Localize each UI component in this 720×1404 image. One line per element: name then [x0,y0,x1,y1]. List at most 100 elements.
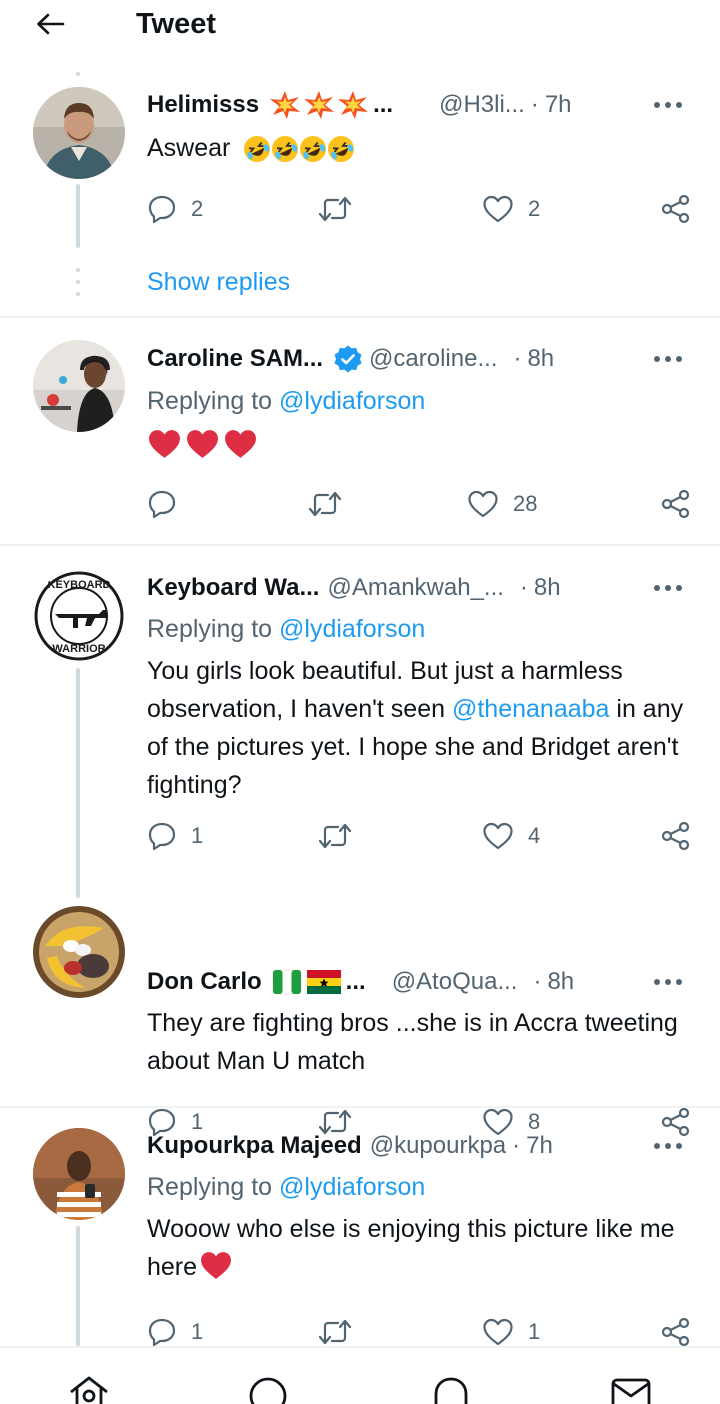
more-icon [654,1143,682,1149]
timestamp: 8h [547,968,575,995]
tweet-header: Caroline SAM... @caroline... · 8h [147,345,555,373]
replying-to: Replying to @lydiaforson [147,1173,426,1201]
display-name[interactable]: Keyboard Wa... [147,574,319,602]
show-replies-link[interactable]: Show replies [147,262,290,302]
more-icon [654,979,682,985]
heart-icon [483,195,513,223]
share-button[interactable] [660,189,692,229]
more-options-button[interactable] [648,85,688,125]
page-title: Tweet [136,8,217,40]
reply-icon [148,1318,176,1347]
svg-text:KEYBOARD: KEYBOARD [48,579,111,591]
display-name[interactable]: Caroline SAM... [147,345,323,373]
reply-icon [148,490,176,519]
share-icon [661,1317,690,1347]
bottom-navigation [0,1346,720,1404]
share-icon [661,821,690,851]
like-button[interactable]: 2 [482,189,540,229]
nigeria-flag-icon [272,969,302,995]
replying-to-link[interactable]: @lydiaforson [279,1173,425,1201]
messages-icon [611,1378,651,1404]
heart-icon [483,1318,513,1346]
mention-link[interactable]: @thenanaaba [452,695,609,723]
tweet-header: Don Carlo ... @AtoQua... · 8h [147,968,575,996]
like-button[interactable]: 4 [482,816,540,856]
avatar[interactable] [33,87,125,179]
avatar[interactable] [33,340,125,432]
reply-count: 1 [191,823,204,848]
back-button[interactable] [28,4,72,44]
more-options-button[interactable] [648,568,688,608]
display-name[interactable]: Helimisss [147,91,259,119]
tweet-actions: 28 [147,484,692,524]
tweet-text: Aswear [147,129,692,167]
replying-to-link[interactable]: @lydiaforson [279,387,425,415]
reply-icon [148,822,176,851]
share-icon [661,194,690,224]
like-count: 1 [528,1319,541,1344]
display-name[interactable]: Kupourkpa Majeed [147,1132,362,1160]
divider [0,544,720,546]
ghana-flag-icon [306,970,341,994]
thread-line [76,668,80,898]
timestamp: 8h [533,574,561,601]
tab-messages[interactable] [606,1374,656,1404]
retweet-button[interactable] [317,816,367,856]
avatar[interactable] [33,906,125,998]
arrow-left-icon [37,13,65,35]
thread-connector-dots [76,268,80,304]
handle: @H3li... [439,91,525,118]
more-icon [654,585,682,591]
divider [0,1106,720,1108]
reply-count: 1 [191,1319,204,1344]
handle: @kupourkpa [369,1132,507,1159]
retweet-icon [318,823,352,849]
retweet-button[interactable] [317,189,367,229]
collision-emojis [269,90,369,120]
home-icon [70,1376,108,1404]
heart-icon [468,490,498,518]
heart-icon [483,822,513,850]
tweet-header: Kupourkpa Majeed @kupourkpa · 7h [147,1132,553,1160]
reply-button[interactable]: 1 [147,816,203,856]
replying-to: Replying to @lydiaforson [147,387,426,415]
thread-line [76,184,80,248]
like-button[interactable]: 28 [467,484,537,524]
tab-search[interactable] [243,1374,293,1404]
retweet-icon [308,491,342,517]
replying-to-link[interactable]: @lydiaforson [279,615,425,643]
more-options-button[interactable] [648,1126,688,1166]
avatar[interactable]: KEYBOARD WARRIOR [33,570,125,662]
notifications-icon [434,1377,468,1404]
share-icon [661,489,690,519]
handle: @AtoQua... [391,968,518,995]
thread-connector-dots [76,72,80,84]
retweet-icon [318,1319,352,1345]
reply-button[interactable] [147,484,191,524]
reply-button[interactable]: 2 [147,189,203,229]
search-icon [249,1377,287,1404]
tweet-actions: 2 2 [147,189,692,229]
avatar[interactable] [33,1128,125,1220]
svg-text:WARRIOR: WARRIOR [52,643,105,655]
red-heart-emoji [201,1251,232,1279]
like-count: 2 [528,196,541,221]
retweet-button[interactable] [307,484,357,524]
tweet-text [147,424,692,464]
like-count: 28 [513,491,538,516]
display-name[interactable]: Don Carlo [147,968,262,996]
handle: @caroline... [369,345,498,372]
timestamp: 7h [526,1132,553,1159]
more-options-button[interactable] [648,962,688,1002]
handle: @Amankwah_... [327,574,504,601]
more-icon [654,102,682,108]
divider [0,316,720,318]
tab-notifications[interactable] [426,1374,476,1404]
more-options-button[interactable] [648,339,688,379]
share-button[interactable] [660,816,692,856]
tab-home[interactable] [64,1374,114,1404]
share-button[interactable] [660,484,692,524]
tweet-header: Helimisss ... @H3li... · 7h [147,90,572,120]
tweet-text: You girls look beautiful. But just a har… [147,657,684,799]
replying-to: Replying to @lydiaforson [147,615,426,643]
